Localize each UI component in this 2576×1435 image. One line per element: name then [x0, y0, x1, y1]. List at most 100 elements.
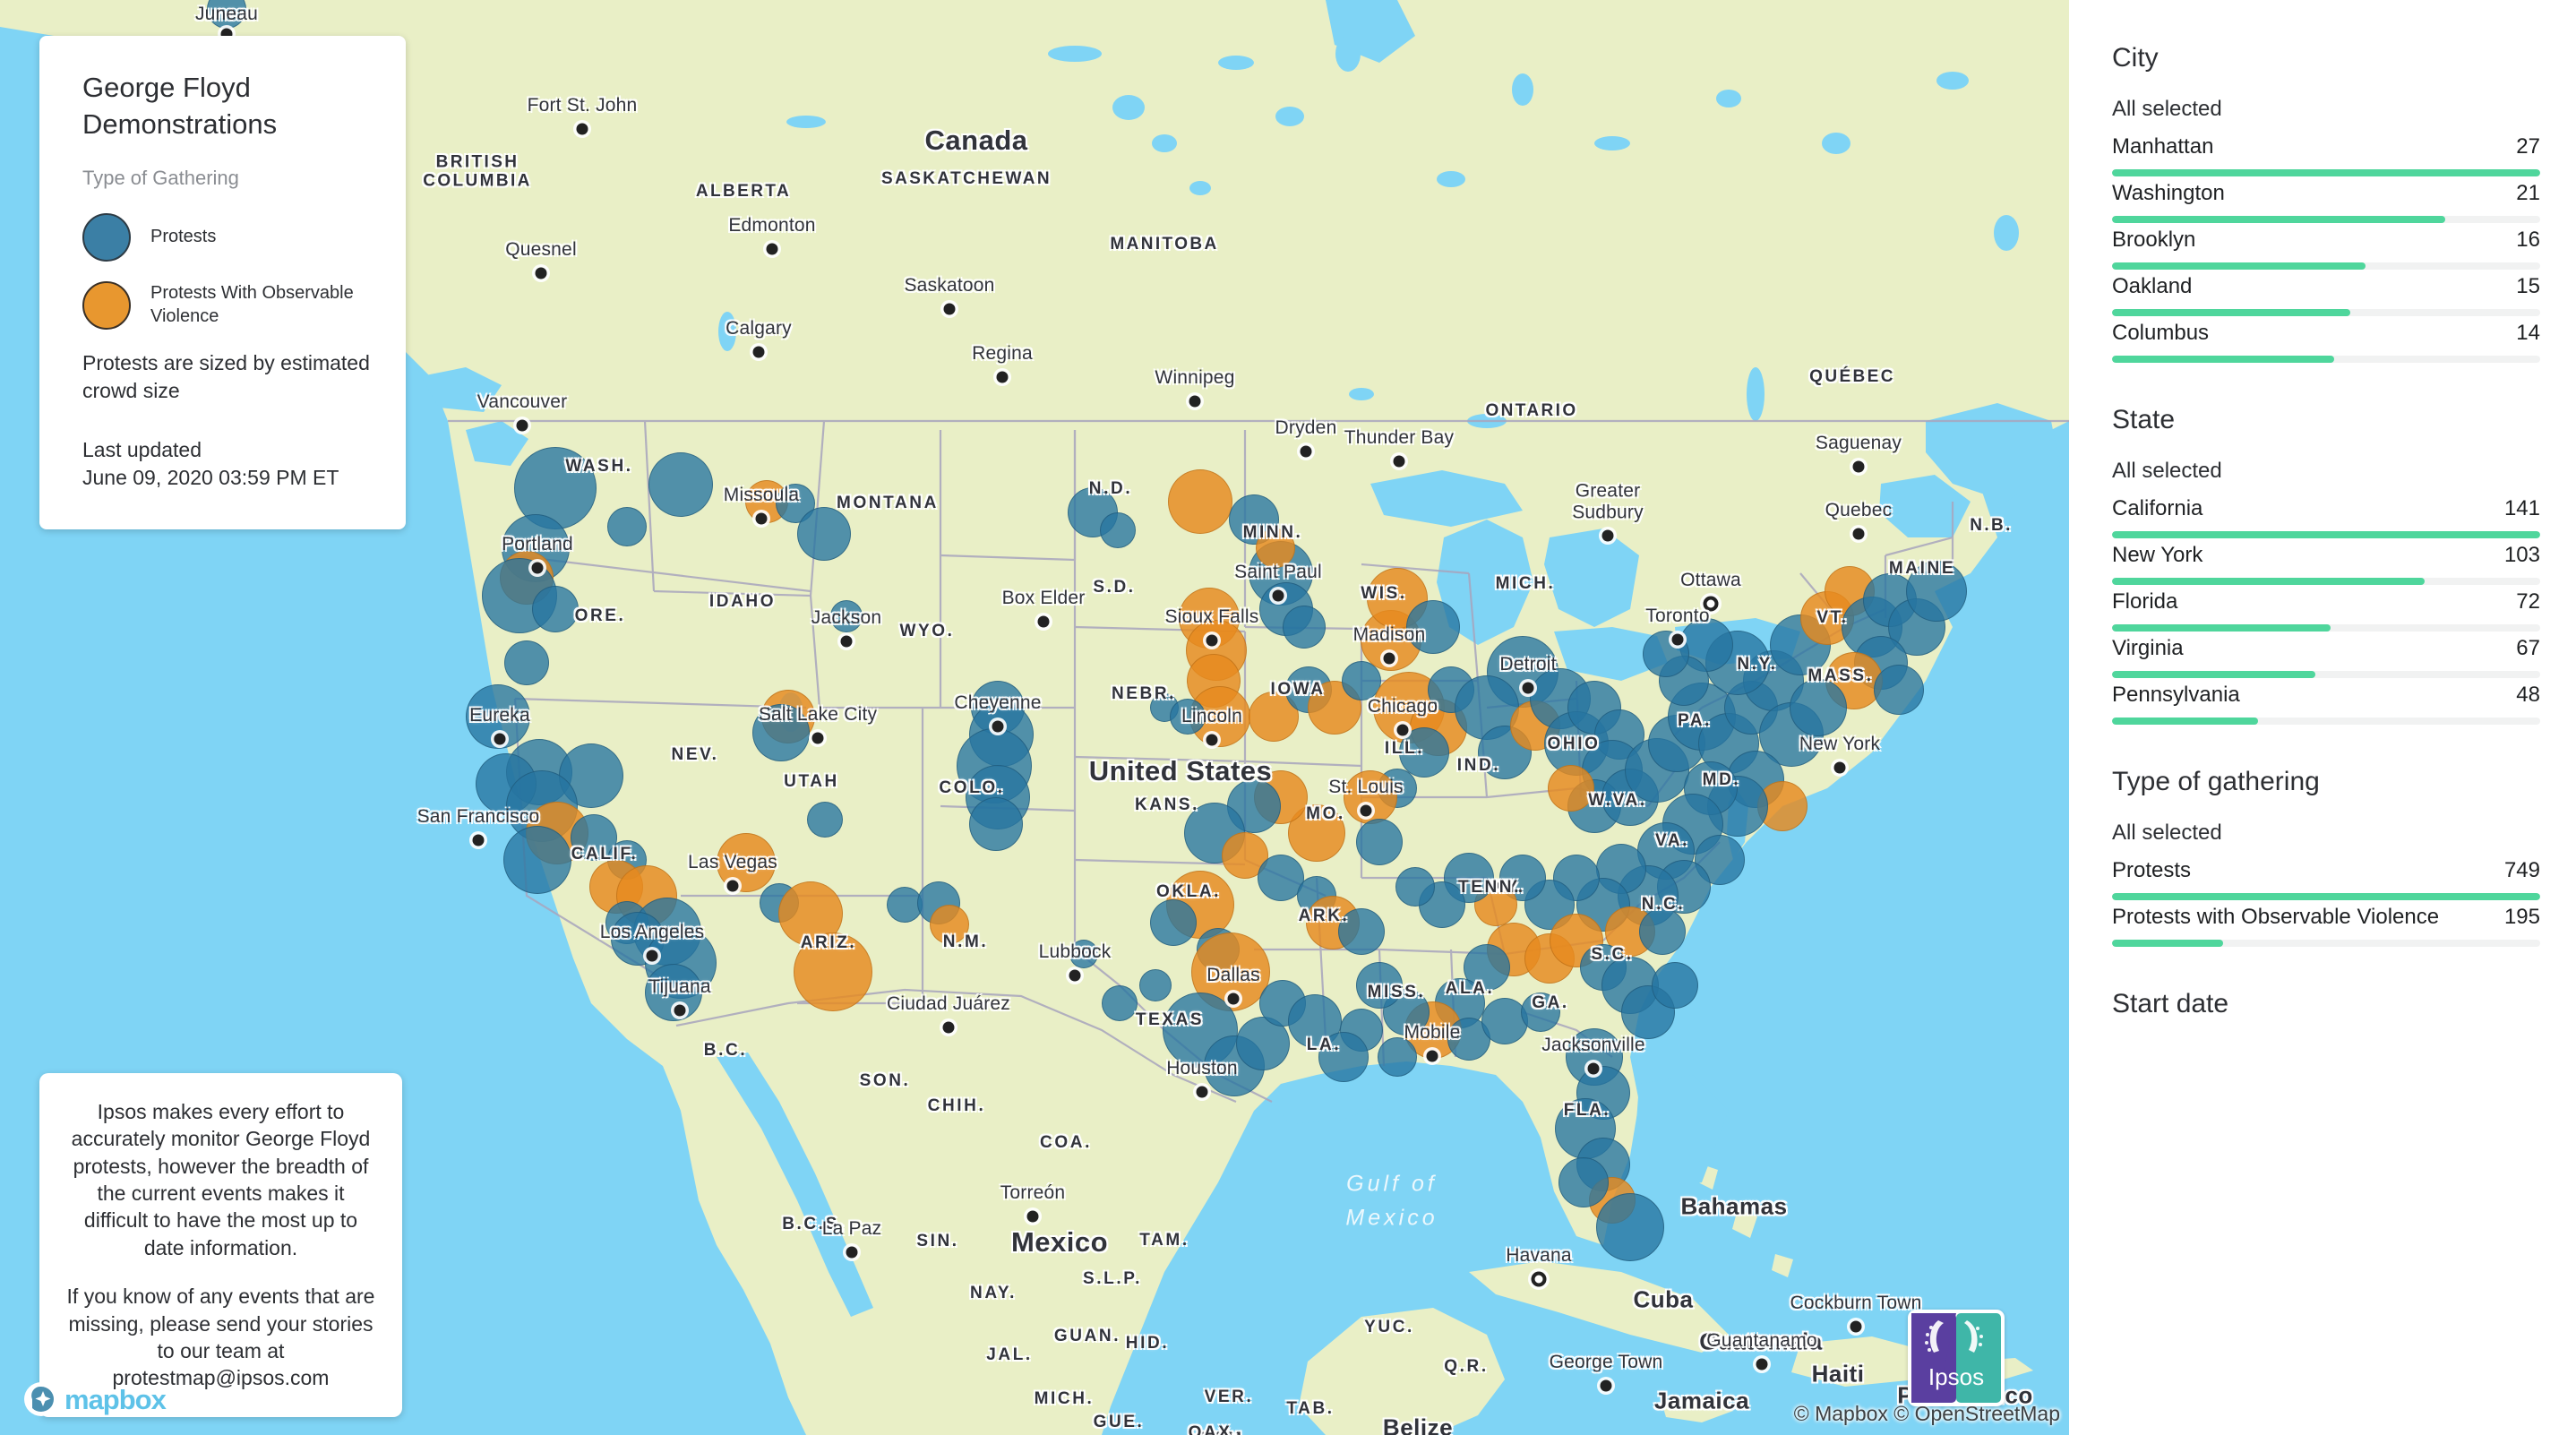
violence-bubble[interactable] [794, 932, 872, 1011]
city-marker-dot [1522, 682, 1534, 694]
filter-row-label: Oakland [2112, 274, 2193, 298]
mapbox-logo-text: mapbox [64, 1384, 167, 1415]
city-marker-dot [1703, 596, 1719, 612]
mapbox-logo[interactable]: mapbox [23, 1379, 185, 1419]
filter-section: Type of gathering All selected Protests 749… [2112, 767, 2540, 947]
protest-bubble[interactable] [1406, 600, 1460, 654]
filter-selection-status[interactable]: All selected [2112, 97, 2540, 122]
map-attribution[interactable]: © Mapbox © OpenStreetMap [1794, 1402, 2060, 1426]
legend-subtitle: Type of Gathering [82, 166, 239, 189]
protest-bubble[interactable] [1521, 992, 1560, 1032]
filter-row-bar-track [2112, 671, 2540, 678]
protest-bubble[interactable] [1639, 908, 1686, 955]
filter-section: Start date [2112, 989, 2540, 1019]
city-marker-dot [1756, 1358, 1768, 1371]
protest-bubble[interactable] [532, 586, 579, 632]
protest-bubble[interactable] [1395, 867, 1435, 907]
protest-bubble[interactable] [807, 802, 843, 838]
protest-bubble[interactable] [1150, 899, 1197, 946]
protest-bubble[interactable] [830, 600, 863, 632]
violence-bubble[interactable] [1548, 765, 1594, 812]
filter-row-bar-fill [2112, 216, 2445, 223]
protest-bubble[interactable] [1102, 985, 1138, 1021]
protest-bubble[interactable] [1399, 727, 1449, 778]
protest-bubble[interactable] [1170, 699, 1206, 735]
city-marker-dot [1587, 1062, 1600, 1075]
city-marker-dot [1069, 969, 1081, 982]
filter-section-title: Start date [2112, 989, 2229, 1018]
city-marker-dot [1393, 455, 1405, 468]
protest-bubble[interactable] [1318, 1032, 1369, 1082]
protest-bubble[interactable] [1338, 908, 1385, 955]
filter-selection-status[interactable]: All selected [2112, 821, 2540, 846]
protest-bubble[interactable] [1283, 606, 1326, 649]
filter-row[interactable]: Florida 72 [2112, 589, 2540, 632]
filter-row-bar-fill [2112, 169, 2540, 176]
filter-row-value: 15 [2516, 274, 2540, 298]
violence-bubble[interactable] [1344, 770, 1397, 824]
city-marker-dot [1383, 652, 1395, 665]
filter-row[interactable]: Washington 21 [2112, 181, 2540, 223]
filter-row[interactable]: Protests with Observable Violence 195 [2112, 905, 2540, 947]
protest-bubble[interactable] [1906, 561, 1967, 622]
filter-row-bar-fill [2112, 940, 2224, 947]
protest-bubble[interactable] [1356, 819, 1403, 865]
filter-section-title: State [2112, 405, 2176, 434]
protest-bubble[interactable] [503, 826, 571, 894]
protest-bubble[interactable] [1100, 512, 1136, 548]
filter-section-title: City [2112, 43, 2159, 73]
disclaimer-card: Ipsos makes every effort to accurately m… [39, 1073, 402, 1417]
protest-bubble[interactable] [1790, 679, 1847, 736]
city-marker-dot [996, 371, 1009, 383]
city-marker-dot [674, 1004, 686, 1017]
filter-row-bar-track [2112, 262, 2540, 270]
protest-bubble[interactable] [752, 704, 810, 761]
filter-row[interactable]: Protests 749 [2112, 858, 2540, 900]
protest-bubble[interactable] [504, 640, 549, 685]
filter-row-label: Brooklyn [2112, 228, 2196, 252]
filter-row[interactable]: Columbus 14 [2112, 321, 2540, 363]
protest-bubble[interactable] [1596, 1193, 1664, 1261]
protest-bubble[interactable] [1874, 665, 1924, 715]
city-marker-dot [943, 303, 956, 315]
filter-row[interactable]: New York 103 [2112, 543, 2540, 585]
protest-bubble[interactable] [969, 797, 1023, 851]
ipsos-logo[interactable]: Ipsos [1908, 1310, 2005, 1406]
protest-bubble[interactable] [1481, 998, 1528, 1044]
violence-swatch-icon [82, 280, 131, 330]
protest-bubble[interactable] [1378, 1037, 1417, 1077]
filter-row-bar-fill [2112, 578, 2426, 585]
protest-bubble[interactable] [607, 507, 647, 546]
filter-row[interactable]: California 141 [2112, 496, 2540, 538]
filter-row-label: Protests with Observable Violence [2112, 905, 2440, 929]
protest-bubble[interactable] [1356, 962, 1403, 1009]
filter-row[interactable]: Brooklyn 16 [2112, 228, 2540, 270]
violence-bubble[interactable] [717, 833, 776, 892]
filter-row[interactable]: Virginia 67 [2112, 636, 2540, 678]
protest-bubble[interactable] [648, 452, 713, 517]
last-updated-label: Last updated [82, 438, 202, 462]
filter-row[interactable]: Manhattan 27 [2112, 134, 2540, 176]
map-canvas[interactable]: Canada United States Mexico Cuba Bahamas Hait… [0, 0, 2069, 1435]
city-marker-dot [1426, 1050, 1438, 1062]
protest-bubble[interactable] [1069, 940, 1098, 968]
violence-bubble[interactable] [930, 905, 969, 944]
filter-sidebar[interactable]: City All selected Manhattan 27 Washington 21 B… [2069, 0, 2576, 1435]
city-marker-dot [1360, 804, 1372, 817]
legend-item-protests: Protests [82, 212, 370, 262]
disclaimer-paragraph-2: If you know of any events that are missi… [66, 1285, 375, 1390]
city-marker-dot [811, 732, 824, 744]
protest-bubble[interactable] [1558, 1157, 1609, 1207]
violence-bubble[interactable] [1168, 469, 1232, 534]
filter-row-bar-track [2112, 893, 2540, 900]
protest-bubble[interactable] [1139, 969, 1172, 1001]
protest-bubble[interactable] [1652, 962, 1698, 1009]
protest-bubble[interactable] [797, 507, 851, 561]
violence-bubble[interactable] [1256, 528, 1295, 568]
filter-selection-status[interactable]: All selected [2112, 459, 2540, 484]
filter-row[interactable]: Oakland 15 [2112, 274, 2540, 316]
ipsos-logo-icon: Ipsos [1911, 1313, 2001, 1403]
filter-row[interactable]: Pennsylvania 48 [2112, 683, 2540, 725]
filter-section: City All selected Manhattan 27 Washington 21 B… [2112, 43, 2540, 363]
city-marker-dot [1671, 633, 1684, 646]
